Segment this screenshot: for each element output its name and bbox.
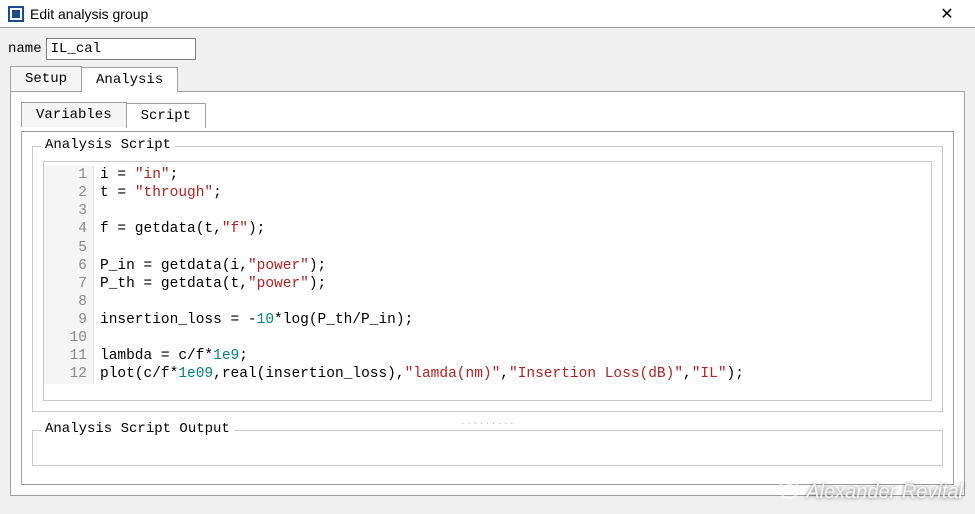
tab-analysis[interactable]: Analysis	[81, 67, 178, 92]
name-input[interactable]	[46, 38, 196, 60]
app-icon	[8, 6, 24, 22]
code-line: 9insertion_loss = -10*log(P_th/P_in);	[44, 311, 931, 329]
line-code	[94, 202, 109, 220]
line-code: t = "through";	[94, 184, 222, 202]
line-number: 7	[44, 275, 94, 293]
line-code: i = "in";	[94, 166, 178, 184]
script-editor[interactable]: 1i = "in";2t = "through";3 4f = getdata(…	[43, 161, 932, 401]
code-line: 1i = "in";	[44, 166, 931, 184]
line-number: 8	[44, 293, 94, 311]
line-code: plot(c/f*1e09,real(insertion_loss),"lamd…	[94, 365, 744, 383]
line-code: P_in = getdata(i,"power");	[94, 257, 326, 275]
tab-setup[interactable]: Setup	[10, 66, 82, 91]
code-line: 12plot(c/f*1e09,real(insertion_loss),"la…	[44, 365, 931, 383]
line-number: 4	[44, 220, 94, 238]
tab-script[interactable]: Script	[126, 103, 206, 128]
code-line: 5	[44, 239, 931, 257]
line-code: insertion_loss = -10*log(P_th/P_in);	[94, 311, 413, 329]
name-row: name	[0, 28, 975, 66]
line-number: 2	[44, 184, 94, 202]
titlebar: Edit analysis group ✕	[0, 0, 975, 28]
line-code	[94, 293, 109, 311]
line-code: f = getdata(t,"f");	[94, 220, 265, 238]
close-button[interactable]: ✕	[927, 0, 967, 28]
line-code	[94, 239, 109, 257]
code-line: 8	[44, 293, 931, 311]
line-code: P_th = getdata(t,"power");	[94, 275, 326, 293]
line-number: 1	[44, 166, 94, 184]
code-line: 10	[44, 329, 931, 347]
inner-tabstrip: Variables Script	[21, 102, 954, 127]
window-title: Edit analysis group	[30, 6, 927, 22]
line-number: 9	[44, 311, 94, 329]
code-line: 3	[44, 202, 931, 220]
code-line: 7P_th = getdata(t,"power");	[44, 275, 931, 293]
outer-tabstrip: Setup Analysis	[10, 66, 965, 91]
line-code	[94, 329, 109, 347]
analysis-script-legend: Analysis Script	[41, 137, 175, 153]
line-number: 12	[44, 365, 94, 383]
script-tab-panel: Analysis Script 1i = "in";2t = "through"…	[21, 131, 954, 485]
analysis-script-output-legend: Analysis Script Output	[41, 421, 234, 437]
line-number: 11	[44, 347, 94, 365]
code-line: 4f = getdata(t,"f");	[44, 220, 931, 238]
tab-variables[interactable]: Variables	[21, 102, 127, 127]
line-code: lambda = c/f*1e9;	[94, 347, 248, 365]
name-label: name	[8, 41, 42, 57]
line-number: 10	[44, 329, 94, 347]
analysis-script-group: Analysis Script 1i = "in";2t = "through"…	[32, 146, 943, 412]
analysis-script-output-group: Analysis Script Output	[32, 430, 943, 466]
line-number: 6	[44, 257, 94, 275]
line-number: 5	[44, 239, 94, 257]
analysis-panel: Variables Script Analysis Script 1i = "i…	[10, 91, 965, 496]
code-line: 11lambda = c/f*1e9;	[44, 347, 931, 365]
code-line: 2t = "through";	[44, 184, 931, 202]
line-number: 3	[44, 202, 94, 220]
code-line: 6P_in = getdata(i,"power");	[44, 257, 931, 275]
